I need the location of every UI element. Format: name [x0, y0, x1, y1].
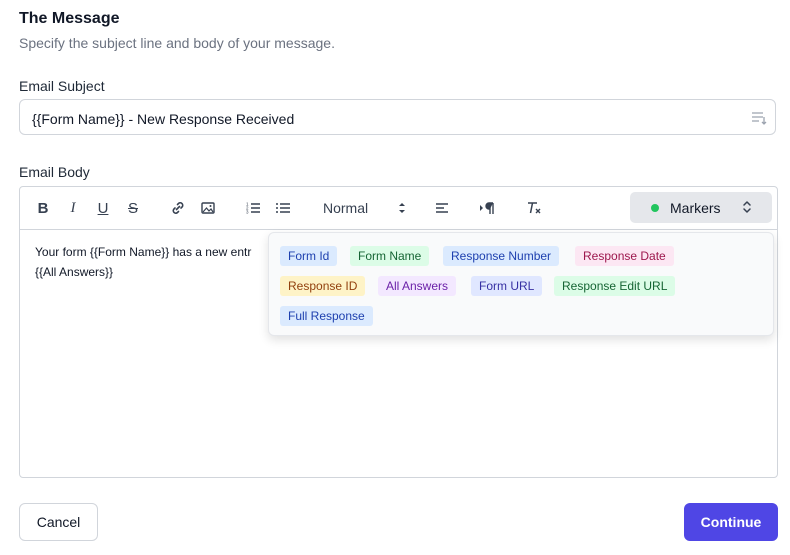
body-line-1: Your form {{Form Name}} has a new entr: [35, 245, 252, 259]
italic-button[interactable]: I: [64, 199, 82, 217]
chevron-up-down-icon: [742, 199, 752, 220]
format-select-chevron-icon[interactable]: [398, 201, 406, 220]
image-icon[interactable]: [199, 199, 217, 217]
markers-status-dot: [651, 204, 659, 212]
email-subject-input[interactable]: {{Form Name}} - New Response Received: [19, 99, 776, 135]
marker-chip[interactable]: Response Date: [575, 246, 674, 266]
markers-label: Markers: [670, 200, 721, 216]
body-line-2: {{All Answers}}: [35, 265, 114, 279]
underline-button[interactable]: U: [94, 199, 112, 217]
bullet-list-icon[interactable]: [274, 199, 292, 217]
section-title: The Message: [19, 10, 120, 27]
markers-dropdown: Form Id Form Name Response Number Respon…: [268, 232, 774, 336]
text-format-select[interactable]: Normal: [323, 200, 368, 216]
strikethrough-button[interactable]: S: [124, 199, 142, 217]
sort-lines-icon[interactable]: [751, 111, 767, 125]
clear-formatting-icon[interactable]: [525, 199, 543, 217]
continue-button[interactable]: Continue: [684, 503, 778, 541]
svg-text:3: 3: [246, 210, 249, 215]
marker-chip[interactable]: Response ID: [280, 276, 366, 296]
section-subtitle: Specify the subject line and body of you…: [19, 35, 335, 51]
marker-chip[interactable]: Full Response: [280, 306, 373, 326]
markers-button[interactable]: Markers: [630, 192, 772, 223]
bold-button[interactable]: B: [34, 199, 52, 217]
marker-chip[interactable]: Form URL: [471, 276, 543, 296]
editor-toolbar: B I U S 1 2 3 Normal Markers: [20, 187, 777, 230]
align-left-icon[interactable]: [433, 199, 451, 217]
marker-chip[interactable]: Form Name: [350, 246, 430, 266]
email-subject-label: Email Subject: [19, 78, 105, 94]
link-icon[interactable]: [169, 199, 187, 217]
marker-chip[interactable]: All Answers: [378, 276, 457, 296]
email-subject-value: {{Form Name}} - New Response Received: [32, 111, 295, 127]
marker-chip[interactable]: Form Id: [280, 246, 338, 266]
marker-chip[interactable]: Response Edit URL: [554, 276, 676, 296]
email-body-label: Email Body: [19, 164, 90, 180]
email-body-content[interactable]: Your form {{Form Name}} has a new entr {…: [35, 242, 251, 282]
marker-chip[interactable]: Response Number: [443, 246, 560, 266]
cancel-button[interactable]: Cancel: [19, 503, 98, 541]
ordered-list-icon[interactable]: 1 2 3: [244, 199, 262, 217]
text-direction-icon[interactable]: [479, 199, 497, 217]
